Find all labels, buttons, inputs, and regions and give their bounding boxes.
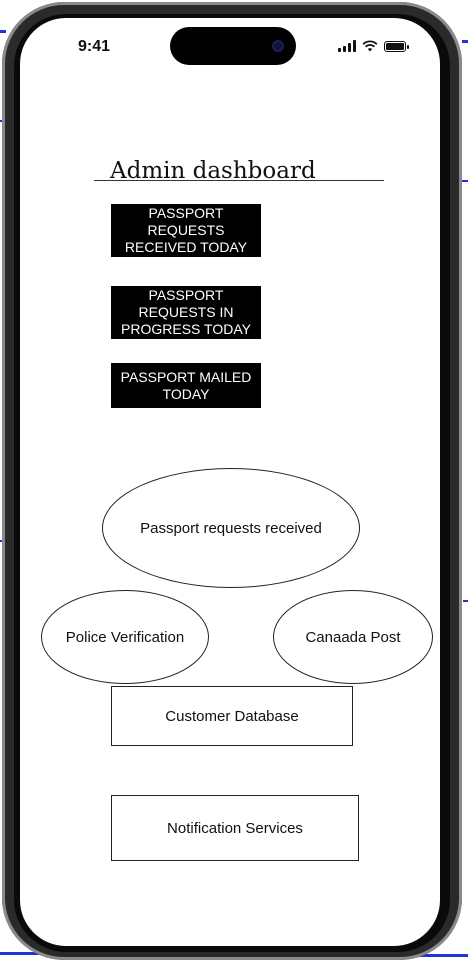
node-passport-requests-received[interactable]: Passport requests received — [102, 468, 360, 588]
stat-passport-mailed[interactable]: PASSPORT MAILED TODAY — [111, 363, 261, 408]
camera-icon — [272, 40, 284, 52]
notification-services-box[interactable]: Notification Services — [111, 795, 359, 861]
node-label: Canaada Post — [305, 628, 401, 646]
stat-requests-received[interactable]: PASSPORT REQUESTS RECEIVED TODAY — [111, 204, 261, 257]
scan-artifact — [462, 40, 468, 43]
node-police-verification[interactable]: Police Verification — [41, 590, 209, 684]
status-time: 9:41 — [78, 38, 111, 55]
scan-artifact — [462, 180, 468, 182]
box-label: Notification Services — [167, 819, 303, 837]
box-label: Customer Database — [165, 707, 299, 725]
title-divider — [94, 180, 384, 181]
phone-screen: 9:41 Admin dashboard PASSPORT REQUESTS R… — [20, 18, 440, 946]
node-label: Passport requests received — [140, 519, 322, 537]
signal-icon — [338, 40, 356, 52]
stat-label: PASSPORT MAILED TODAY — [120, 368, 252, 402]
battery-icon — [384, 40, 409, 52]
node-label: Police Verification — [65, 628, 185, 646]
dynamic-island — [170, 27, 296, 65]
scan-artifact — [463, 600, 468, 602]
stat-requests-in-progress[interactable]: PASSPORT REQUESTS IN PROGRESS TODAY — [111, 286, 261, 339]
stat-label: PASSPORT REQUESTS IN PROGRESS TODAY — [121, 287, 251, 337]
stat-label: PASSPORT REQUESTS RECEIVED TODAY — [124, 205, 248, 255]
scan-artifact — [0, 30, 6, 33]
customer-database-box[interactable]: Customer Database — [111, 686, 353, 746]
node-canada-post[interactable]: Canaada Post — [273, 590, 433, 684]
status-icons — [338, 40, 409, 52]
wifi-icon — [362, 40, 378, 52]
